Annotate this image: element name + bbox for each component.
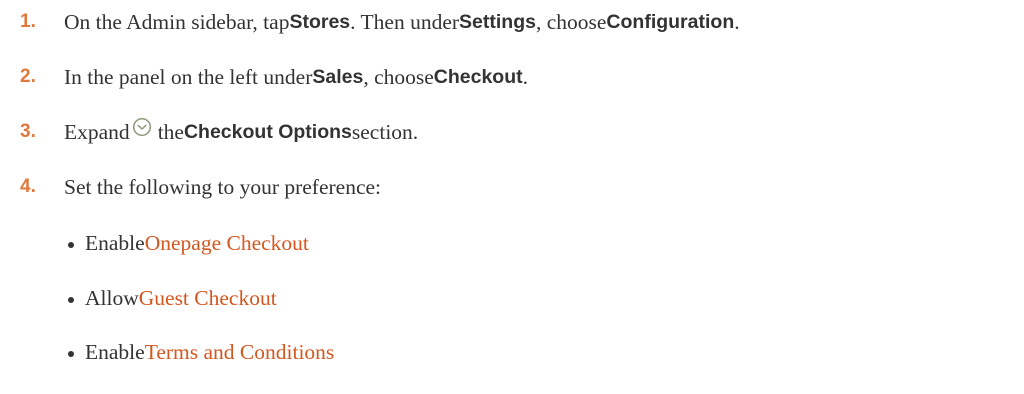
step-text: , choose [535,9,607,34]
step-text: Set the following to your preference: [64,174,382,199]
list-item: Allow Guest Checkout [68,283,277,313]
step-bold-stores: Stores [289,10,351,33]
bullet-icon [68,297,74,303]
step-text: . Then under [350,9,460,34]
step-text: On the Admin sidebar, tap [64,9,290,34]
step-2: 2. In the panel on the left under Sales … [20,62,528,92]
step-text: . [734,9,740,34]
step-text: , choose [363,64,434,89]
instruction-steps: 1. On the Admin sidebar, tap Stores . Th… [0,0,1024,394]
step-number: 4. [20,176,36,197]
step-text: In the panel on the left under [64,64,313,89]
step-text: Expand [64,119,130,144]
step-4: 4. Set the following to your preference: [20,172,381,202]
guest-checkout-link[interactable]: Guest Checkout [139,286,277,311]
bullet-prefix: Enable [85,339,145,364]
step-bold-checkout-options: Checkout Options [183,120,352,143]
bullet-icon [68,351,74,357]
list-item: Enable Terms and Conditions [68,337,334,367]
terms-and-conditions-link[interactable]: Terms and Conditions [145,340,335,365]
step-text: section. [351,119,419,144]
step-bold-settings: Settings [459,10,536,33]
step-bold-configuration: Configuration [606,10,735,33]
list-item: Enable Onepage Checkout [68,228,309,258]
step-text: the [157,119,184,144]
step-3: 3. Expand the Checkout Options section. [20,117,418,147]
step-1: 1. On the Admin sidebar, tap Stores . Th… [20,7,740,37]
expand-circle-chevron-icon [132,117,152,143]
bullet-prefix: Enable [85,230,145,255]
step-bold-checkout: Checkout [433,65,523,88]
bullet-icon [68,242,74,248]
step-number: 2. [20,66,36,87]
step-number: 1. [20,11,36,32]
step-text: . [522,64,529,89]
step-bold-sales: Sales [312,65,364,88]
step-number: 3. [20,121,36,142]
bullet-prefix: Allow [85,285,139,310]
onepage-checkout-link[interactable]: Onepage Checkout [145,231,309,256]
